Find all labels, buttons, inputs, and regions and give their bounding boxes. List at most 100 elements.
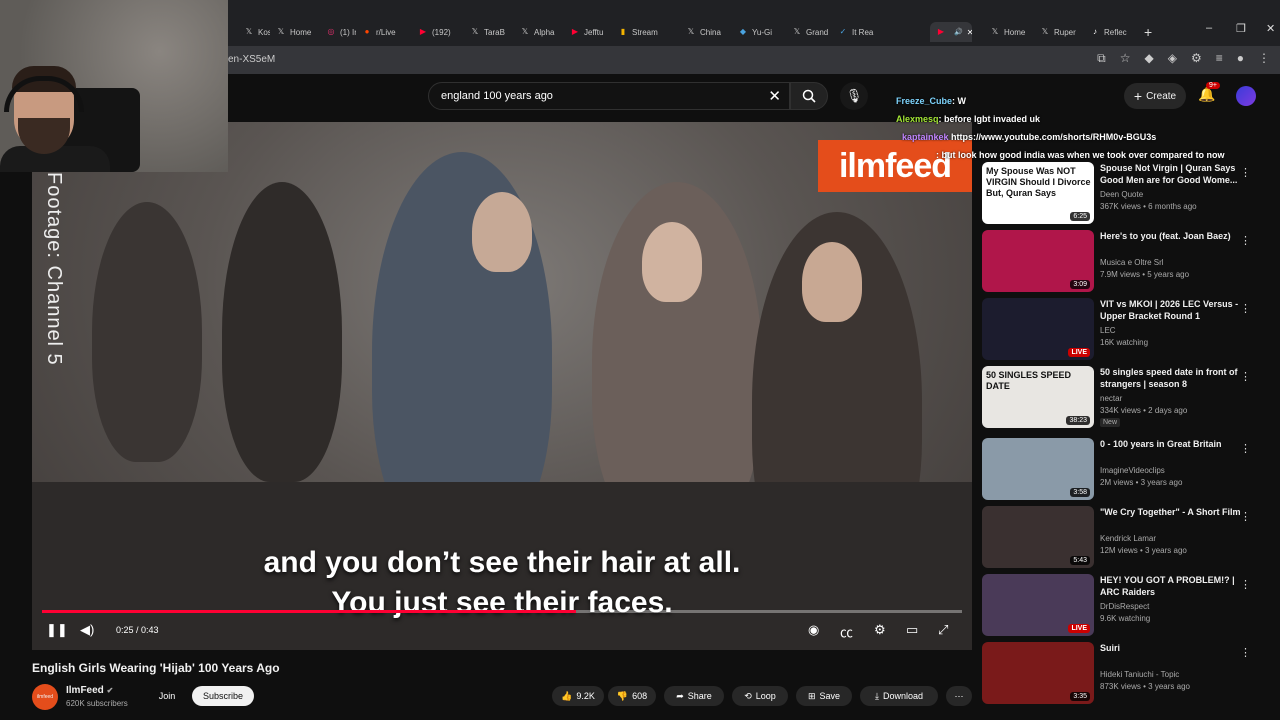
extension-icon-2[interactable]: ◈ (1168, 51, 1177, 66)
close-tab-icon[interactable]: ✕ (967, 28, 972, 37)
browser-tab[interactable]: ▶ 🔊 ✕ (930, 22, 972, 42)
browser-tab[interactable]: ◆ Yu-Gi (738, 22, 786, 42)
recommended-title[interactable]: VIT vs MKOI | 2026 LEC Versus - Upper Br… (1100, 298, 1252, 322)
more-options-icon[interactable]: ⋮ (1240, 510, 1251, 523)
dislike-button[interactable]: 👎 608 (608, 686, 656, 706)
browser-tab[interactable]: 𝕏 Home (276, 22, 320, 42)
browser-tab[interactable]: 𝕏 Koshe (244, 22, 270, 42)
close-window-icon[interactable]: ✕ (1266, 22, 1275, 35)
browser-tab[interactable]: ● r/Live (362, 22, 412, 42)
browser-tab[interactable]: 𝕏 China (686, 22, 732, 42)
theater-mode-icon[interactable]: ▭ (906, 622, 918, 638)
subtitle-line-2: You just see their faces. (331, 586, 673, 619)
clear-search-icon[interactable]: ✕ (768, 87, 781, 105)
recommended-channel[interactable]: DrDisRespect (1100, 602, 1149, 611)
more-options-icon[interactable]: ⋮ (1240, 302, 1251, 315)
more-options-icon[interactable]: ⋮ (1240, 370, 1251, 383)
profile-icon[interactable]: ● (1237, 51, 1244, 66)
maximize-icon[interactable]: ❐ (1236, 22, 1246, 35)
search-box[interactable]: england 100 years ago ✕ (428, 82, 790, 110)
recommended-channel[interactable]: Deen Quote (1100, 190, 1143, 199)
recommended-title[interactable]: Suiri (1100, 642, 1252, 654)
recommended-title[interactable]: 0 - 100 years in Great Britain (1100, 438, 1252, 450)
recommended-video[interactable]: 5:43 "We Cry Together" - A Short Film Kend… (982, 506, 1272, 568)
more-options-icon[interactable]: ⋮ (1240, 578, 1251, 591)
browser-tab[interactable]: ▮ Stream (618, 22, 680, 42)
voice-search-button[interactable]: 🎙 (840, 82, 868, 110)
url-text[interactable]: en-XS5eM (228, 54, 275, 65)
recommended-video[interactable]: LIVE VIT vs MKOI | 2026 LEC Versus - Uppe… (982, 298, 1272, 360)
download-button[interactable]: ⤓ Download (860, 686, 938, 706)
extension-icon[interactable]: ◆ (1145, 51, 1154, 66)
search-button[interactable] (790, 82, 828, 110)
autoplay-toggle-icon[interactable]: ◉ (808, 622, 819, 638)
recommended-video[interactable]: 3:35 Suiri Hideki Taniuchi - Topic 873K vie… (982, 642, 1272, 704)
pause-icon[interactable]: ❚❚ (46, 622, 68, 638)
video-thumbnail[interactable]: 3:58 (982, 438, 1094, 500)
more-options-icon[interactable]: ⋮ (1240, 166, 1251, 179)
install-app-icon[interactable]: ⧉ (1097, 51, 1106, 66)
recommended-video[interactable]: 50 SINGLES SPEED DATE 38:23 50 singles spe… (982, 366, 1272, 428)
puzzle-icon[interactable]: ⚙ (1191, 51, 1202, 66)
minimize-icon[interactable]: – (1206, 22, 1212, 34)
video-progress-bar[interactable] (42, 610, 962, 613)
new-tab-button[interactable]: + (1144, 24, 1152, 40)
browser-tab[interactable]: 𝕏 Home (990, 22, 1034, 42)
recommended-channel[interactable]: nectar (1100, 394, 1122, 403)
subscribe-button[interactable]: Subscribe (192, 686, 254, 706)
recommended-channel[interactable]: Hideki Taniuchi - Topic (1100, 670, 1179, 679)
media-control-icon[interactable]: ≡ (1216, 51, 1223, 66)
fullscreen-icon[interactable]: ⤢ (938, 622, 948, 638)
browser-menu-icon[interactable]: ⋮ (1258, 51, 1270, 66)
join-button[interactable]: Join (150, 686, 184, 706)
recommended-title[interactable]: 50 singles speed date in front of strang… (1100, 366, 1252, 390)
recommended-title[interactable]: HEY! YOU GOT A PROBLEM!? | ARC Raiders (1100, 574, 1252, 598)
settings-gear-icon[interactable]: ⚙ (874, 622, 886, 638)
video-thumbnail[interactable]: LIVE (982, 298, 1094, 360)
video-thumbnail[interactable]: 3:35 (982, 642, 1094, 704)
video-thumbnail[interactable]: 5:43 (982, 506, 1094, 568)
more-options-icon[interactable]: ⋮ (1240, 234, 1251, 247)
search-input[interactable]: england 100 years ago (441, 90, 553, 102)
recommended-channel[interactable]: Musica e Oltre Srl (1100, 258, 1164, 267)
video-thumbnail[interactable]: My Spouse Was NOT VIRGIN Should I Divorc… (982, 162, 1094, 224)
save-button[interactable]: ⊞ Save (796, 686, 852, 706)
chat-message: : but look how good india was when we to… (936, 150, 1225, 160)
video-thumbnail[interactable]: LIVE (982, 574, 1094, 636)
browser-tab[interactable]: ▶ (192) (418, 22, 464, 42)
browser-tab[interactable]: 𝕏 Ruper (1040, 22, 1084, 42)
like-button[interactable]: 👍 9.2K (552, 686, 604, 706)
channel-name[interactable]: IlmFeed ✔ (66, 685, 113, 696)
browser-tab[interactable]: 𝕏 TaraB (470, 22, 514, 42)
recommended-video[interactable]: LIVE HEY! YOU GOT A PROBLEM!? | ARC Raide… (982, 574, 1272, 636)
captions-icon[interactable]: ㏄ (840, 622, 853, 641)
recommended-video[interactable]: My Spouse Was NOT VIRGIN Should I Divorc… (982, 162, 1272, 224)
recommended-channel[interactable]: LEC (1100, 326, 1116, 335)
share-button[interactable]: ➦ Share (664, 686, 724, 706)
browser-tab[interactable]: ▶ Jefftu (570, 22, 612, 42)
recommended-title[interactable]: Spouse Not Virgin | Quran Says Good Men … (1100, 162, 1252, 186)
recommended-video[interactable]: 3:09 Here's to you (feat. Joan Baez) Music… (982, 230, 1272, 292)
recommended-video[interactable]: 3:58 0 - 100 years in Great Britain Imagin… (982, 438, 1272, 500)
video-player[interactable]: ilmfeed Footage: Channel 5 and you don’t… (32, 122, 972, 650)
recommended-channel[interactable]: ImagineVideoclips (1100, 466, 1165, 475)
recommended-title[interactable]: "We Cry Together" - A Short Film (1100, 506, 1252, 518)
browser-tab[interactable]: 𝕏 Grand (792, 22, 832, 42)
video-thumbnail[interactable]: 50 SINGLES SPEED DATE 38:23 (982, 366, 1094, 428)
video-thumbnail[interactable]: 3:09 (982, 230, 1094, 292)
browser-tab[interactable]: ✓ It Rea (838, 22, 938, 42)
recommended-channel[interactable]: Kendrick Lamar (1100, 534, 1156, 543)
recommended-title[interactable]: Here's to you (feat. Joan Baez) (1100, 230, 1252, 242)
browser-tab[interactable]: 𝕏 Alpha (520, 22, 564, 42)
more-options-icon[interactable]: ⋮ (1240, 646, 1251, 659)
loop-button[interactable]: ⟲ Loop (732, 686, 788, 706)
browser-tab[interactable]: ♪ Reflec (1090, 22, 1130, 42)
share-icon: ➦ (676, 690, 684, 701)
more-actions-icon[interactable]: ⋯ (946, 686, 972, 706)
more-options-icon[interactable]: ⋮ (1240, 442, 1251, 455)
verified-check-icon: ✔ (106, 686, 114, 695)
volume-icon[interactable]: ◀) (80, 622, 94, 638)
bookmark-star-icon[interactable]: ☆ (1120, 51, 1131, 66)
browser-tab[interactable]: ◎ (1) Ins (326, 22, 357, 42)
channel-avatar[interactable]: ilmfeed (32, 684, 58, 710)
